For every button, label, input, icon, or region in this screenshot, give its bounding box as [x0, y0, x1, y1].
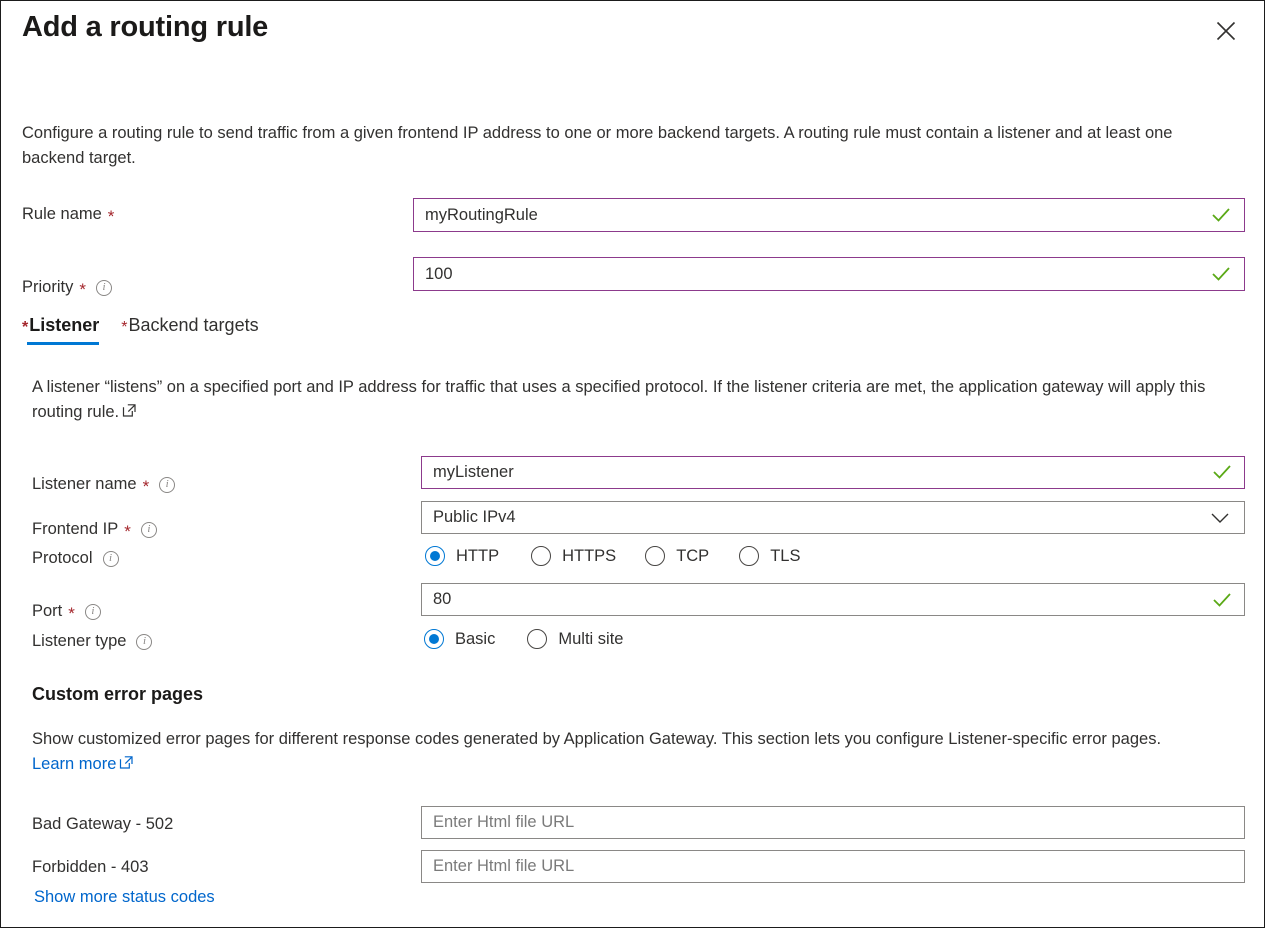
- radio-mark: [531, 546, 551, 566]
- required-asterisk: *: [124, 523, 131, 540]
- required-asterisk: *: [68, 605, 75, 622]
- listener-type-label: Listener type i: [32, 632, 152, 651]
- custom-error-pages-description: Show customized error pages for differen…: [32, 727, 1202, 778]
- listener-description: A listener “listens” on a specified port…: [32, 375, 1232, 426]
- port-label-text: Port: [32, 602, 62, 621]
- learn-more-link[interactable]: Learn more: [32, 755, 116, 773]
- bad-gateway-label: Bad Gateway - 502: [32, 815, 173, 834]
- protocol-option-tcp-label: TCP: [676, 547, 709, 566]
- show-more-status-codes-link[interactable]: Show more status codes: [34, 888, 215, 907]
- protocol-option-tls[interactable]: TLS: [739, 546, 800, 566]
- custom-error-pages-heading: Custom error pages: [32, 684, 203, 705]
- info-icon[interactable]: i: [136, 634, 152, 650]
- required-asterisk: *: [121, 319, 127, 336]
- required-asterisk: *: [143, 478, 150, 495]
- protocol-option-http[interactable]: HTTP: [425, 546, 499, 566]
- radio-mark: [645, 546, 665, 566]
- listener-description-text: A listener “listens” on a specified port…: [32, 378, 1205, 421]
- rule-name-input[interactable]: [413, 198, 1245, 232]
- protocol-option-https-label: HTTPS: [562, 547, 616, 566]
- error-row-label: Forbidden - 403: [32, 858, 149, 877]
- error-row-label: Bad Gateway - 502: [32, 815, 173, 834]
- tab-backend-targets-label: Backend targets: [129, 315, 259, 335]
- radio-mark: [527, 629, 547, 649]
- protocol-option-https[interactable]: HTTPS: [531, 546, 616, 566]
- rule-name-label: Rule name *: [22, 205, 114, 224]
- protocol-label: Protocol i: [32, 549, 119, 568]
- listener-type-option-basic[interactable]: Basic: [424, 629, 495, 649]
- listener-type-radio-group: Basic Multi site: [424, 629, 623, 649]
- radio-mark: [424, 629, 444, 649]
- protocol-label-text: Protocol: [32, 549, 93, 568]
- tab-backend-targets[interactable]: *Backend targets: [121, 315, 258, 345]
- required-asterisk: *: [22, 319, 28, 336]
- custom-error-pages-description-text: Show customized error pages for differen…: [32, 730, 1161, 748]
- forbidden-label: Forbidden - 403: [32, 858, 149, 877]
- port-input[interactable]: [421, 583, 1245, 616]
- bad-gateway-url-input[interactable]: [421, 806, 1245, 839]
- listener-type-option-multi-site[interactable]: Multi site: [527, 629, 623, 649]
- priority-label: Priority * i: [22, 278, 112, 297]
- protocol-option-tcp[interactable]: TCP: [645, 546, 709, 566]
- info-icon[interactable]: i: [96, 280, 112, 296]
- info-icon[interactable]: i: [159, 477, 175, 493]
- external-link-icon[interactable]: [122, 401, 137, 426]
- info-icon[interactable]: i: [141, 522, 157, 538]
- radio-mark: [739, 546, 759, 566]
- info-icon[interactable]: i: [85, 604, 101, 620]
- frontend-ip-label-text: Frontend IP: [32, 520, 118, 539]
- listener-name-input[interactable]: [421, 456, 1245, 489]
- required-asterisk: *: [79, 281, 86, 298]
- intro-text: Configure a routing rule to send traffic…: [22, 121, 1187, 171]
- listener-type-option-basic-label: Basic: [455, 630, 495, 649]
- protocol-radio-group: HTTP HTTPS TCP TLS: [425, 546, 800, 566]
- rule-name-label-text: Rule name: [22, 205, 102, 224]
- required-asterisk: *: [108, 208, 115, 225]
- port-label: Port * i: [32, 602, 101, 621]
- priority-label-text: Priority: [22, 278, 73, 297]
- protocol-option-tls-label: TLS: [770, 547, 800, 566]
- close-icon[interactable]: [1210, 15, 1242, 47]
- protocol-option-http-label: HTTP: [456, 547, 499, 566]
- add-routing-rule-panel: Add a routing rule Configure a routing r…: [0, 0, 1265, 928]
- listener-type-label-text: Listener type: [32, 632, 126, 651]
- rule-tabs: *Listener *Backend targets: [22, 315, 259, 345]
- listener-name-label: Listener name * i: [32, 475, 175, 494]
- priority-input[interactable]: [413, 257, 1245, 291]
- tab-listener-label: Listener: [29, 315, 99, 335]
- radio-mark: [425, 546, 445, 566]
- listener-name-label-text: Listener name: [32, 475, 137, 494]
- forbidden-url-input[interactable]: [421, 850, 1245, 883]
- frontend-ip-select[interactable]: [421, 501, 1245, 534]
- info-icon[interactable]: i: [103, 551, 119, 567]
- page-title: Add a routing rule: [22, 11, 268, 44]
- listener-type-option-multi-site-label: Multi site: [558, 630, 623, 649]
- external-link-icon[interactable]: [119, 753, 134, 778]
- tab-listener[interactable]: *Listener: [22, 315, 99, 345]
- frontend-ip-label: Frontend IP * i: [32, 520, 157, 539]
